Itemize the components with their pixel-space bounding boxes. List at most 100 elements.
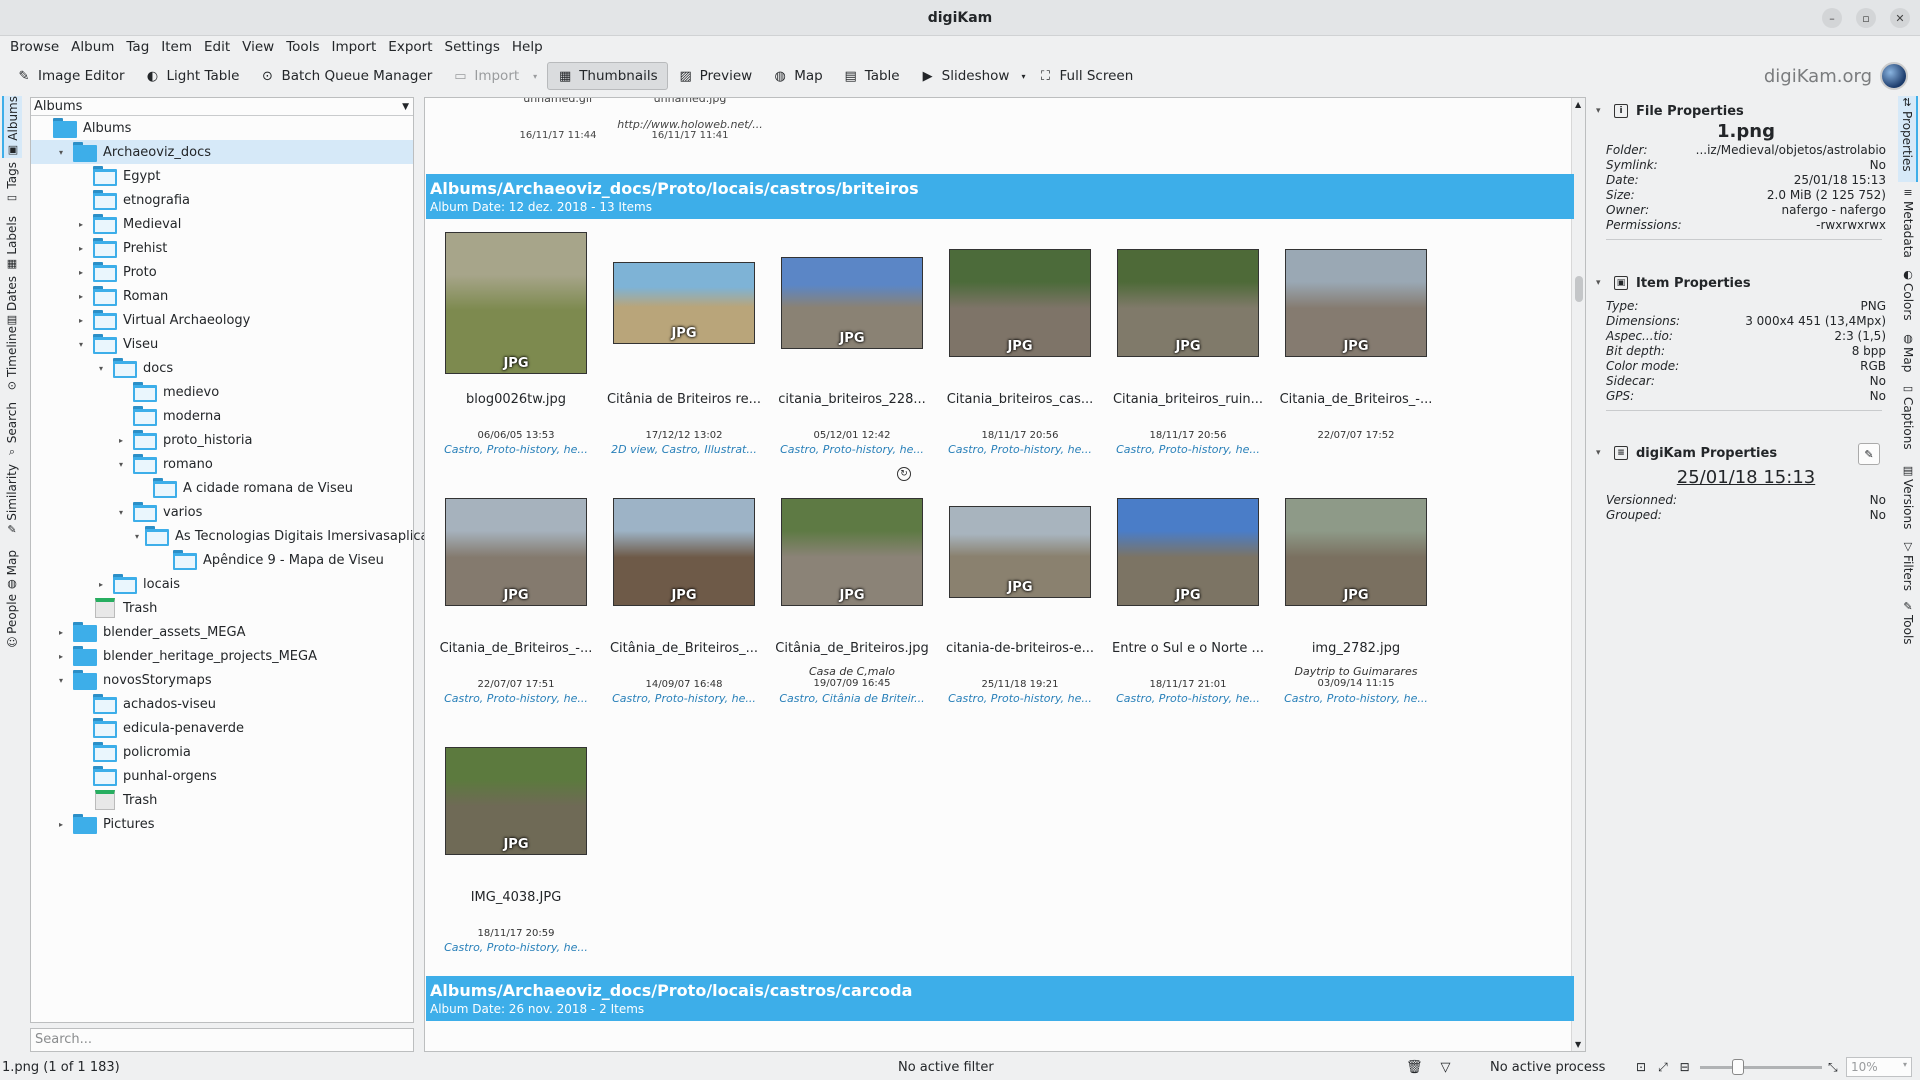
album-tree-item[interactable]: etnografia — [31, 188, 413, 212]
thumbnail-image[interactable]: JPG — [445, 498, 587, 606]
chevron-down-icon[interactable]: ▾ — [75, 340, 87, 349]
right-tab-colors[interactable]: ◐ Colors — [1898, 268, 1918, 328]
thumbnail-item[interactable]: JPG Citânia_de_Briteiros.jpg Casa de C,mal… — [769, 467, 935, 721]
thumbnail-item[interactable]: JPG citania-de-briteiros-e... 25/11/18 19:… — [937, 481, 1103, 721]
album-tree-item[interactable]: ▾ docs — [31, 356, 413, 380]
item-properties-header[interactable]: ▾ ▣ Item Properties — [1596, 273, 1886, 293]
map-button[interactable]: ◍ Map — [762, 62, 833, 90]
rotate-icon[interactable]: ↻ — [897, 467, 911, 481]
chevron-right-icon[interactable]: ▸ — [115, 436, 127, 445]
brand-text[interactable]: digiKam.org — [1764, 66, 1872, 87]
chevron-right-icon[interactable]: ▸ — [95, 580, 107, 589]
thumbnail-image[interactable]: JPG — [1117, 249, 1259, 357]
thumbnail-image[interactable]: JPG — [781, 257, 923, 349]
album-tree-item[interactable]: ▾ Archaeoviz_docs — [31, 140, 413, 164]
chevron-right-icon[interactable]: ▸ — [75, 244, 87, 253]
thumbnail-image[interactable]: JPG — [613, 498, 755, 606]
album-tree-item[interactable]: achados-viseu — [31, 692, 413, 716]
right-tab-map[interactable]: ◍ Map — [1898, 332, 1918, 378]
slideshow-menu-icon[interactable]: ▾ — [1021, 72, 1025, 81]
album-tree-item[interactable]: medievo — [31, 380, 413, 404]
album-tree-item[interactable]: ▸ blender_assets_MEGA — [31, 620, 413, 644]
right-tab-tools[interactable]: ✎ Tools — [1898, 600, 1918, 654]
thumbnail-image[interactable]: JPG — [781, 498, 923, 606]
zoom-original-icon[interactable]: ⤢ — [1658, 1060, 1668, 1075]
album-tree-item[interactable]: Egypt — [31, 164, 413, 188]
album-tree-item[interactable]: edicula-penaverde — [31, 716, 413, 740]
album-group-header[interactable]: Albums/Archaeoviz_docs/Proto/locais/cast… — [426, 174, 1574, 219]
chevron-right-icon[interactable]: ▸ — [75, 220, 87, 229]
zoom-level-input[interactable]: 10% ▾ — [1846, 1057, 1912, 1077]
zoom-in-icon[interactable]: ⤡ — [1828, 1060, 1838, 1075]
album-tree-item[interactable]: Trash — [31, 788, 413, 812]
album-tree-item[interactable]: ▾ varios — [31, 500, 413, 524]
album-tree-item[interactable]: Trash — [31, 596, 413, 620]
chevron-down-icon[interactable]: ▾ — [55, 676, 67, 685]
left-tab-albums[interactable]: Albums ▣ — [2, 96, 22, 158]
menu-help[interactable]: Help — [506, 39, 549, 55]
digikam-properties-header[interactable]: ▾ ≡ digiKam Properties — [1596, 443, 1886, 463]
menu-browse[interactable]: Browse — [4, 39, 65, 55]
close-icon[interactable]: ✕ — [1890, 8, 1910, 28]
menu-export[interactable]: Export — [382, 39, 438, 55]
album-tree-item[interactable]: Apêndice 9 - Mapa de Viseu — [31, 548, 413, 572]
right-tab-properties[interactable]: ⇅ Properties — [1898, 96, 1918, 182]
album-tree-item[interactable]: ▾ romano — [31, 452, 413, 476]
full-screen-button[interactable]: ⛶ Full Screen — [1027, 62, 1143, 90]
maximize-icon[interactable]: ▫ — [1856, 8, 1876, 28]
thumbnail-image[interactable]: JPG — [1117, 498, 1259, 606]
thumbnail-item[interactable]: JPG img_2782.jpg Daytrip to Guimarares 03/0… — [1273, 481, 1439, 721]
right-tab-versions[interactable]: ▤ Versions — [1898, 464, 1918, 536]
chevron-right-icon[interactable]: ▸ — [75, 292, 87, 301]
thumbnail-item[interactable]: JPG Citania_briteiros_ruin... 18/11/17 20:… — [1105, 232, 1271, 472]
album-tree-item[interactable]: ▸ Pictures — [31, 812, 413, 836]
zoom-fit-icon[interactable]: ⊡ — [1636, 1060, 1646, 1075]
chevron-right-icon[interactable]: ▸ — [55, 652, 67, 661]
album-tree-item[interactable]: ▸ blender_heritage_projects_MEGA — [31, 644, 413, 668]
album-tree-item[interactable]: ▾ Viseu — [31, 332, 413, 356]
chevron-right-icon[interactable]: ▸ — [75, 268, 87, 277]
right-tab-captions[interactable]: ▭ Captions — [1898, 382, 1918, 460]
albums-panel-header[interactable]: Albums ▼ — [31, 98, 413, 116]
album-group-header[interactable]: Albums/Archaeoviz_docs/Proto/locais/cast… — [426, 976, 1574, 1021]
thumbnail-item[interactable]: JPG blog0026tw.jpg 06/06/05 13:53 Castro, P… — [433, 232, 599, 472]
album-tree-item[interactable]: punhal-orgens — [31, 764, 413, 788]
thumbnail-image[interactable]: JPG — [949, 506, 1091, 598]
left-tab-search[interactable]: Search ⌕ — [2, 402, 22, 460]
scrollbar-thumb[interactable] — [1575, 276, 1583, 302]
menu-tag[interactable]: Tag — [120, 39, 155, 55]
zoom-out-icon[interactable]: ⊟ — [1680, 1060, 1690, 1075]
album-tree-item[interactable]: policromia — [31, 740, 413, 764]
chevron-right-icon[interactable]: ▸ — [55, 628, 67, 637]
album-tree-item[interactable]: ▸ Prehist — [31, 236, 413, 260]
import-button[interactable]: ▭ Import ▾ — [442, 62, 547, 90]
left-tab-people[interactable]: People ☺ — [2, 594, 22, 654]
left-tab-map[interactable]: Map ◍ — [2, 550, 22, 590]
image-editor-button[interactable]: ✎ Image Editor — [6, 62, 135, 90]
thumbnail-image[interactable]: JPG — [1285, 498, 1427, 606]
menu-view[interactable]: View — [236, 39, 280, 55]
thumbnail-image[interactable]: JPG — [949, 249, 1091, 357]
chevron-right-icon[interactable]: ▸ — [75, 316, 87, 325]
album-tree-item[interactable]: ▸ Virtual Archaeology — [31, 308, 413, 332]
album-tree-item[interactable]: ▸ proto_historia — [31, 428, 413, 452]
left-tab-timeline[interactable]: Timeline ⊙ — [2, 326, 22, 398]
table-button[interactable]: ▤ Table — [833, 62, 910, 90]
batch-queue-button[interactable]: ⊙ Batch Queue Manager — [249, 62, 442, 90]
thumbnail-image[interactable]: JPG — [445, 232, 587, 374]
chevron-down-icon[interactable]: ▾ — [115, 508, 127, 517]
thumbnail-image[interactable]: JPG — [445, 747, 587, 855]
thumbnail-item[interactable]: JPG Citania_briteiros_cas... 18/11/17 20:5… — [937, 232, 1103, 472]
item-date-link[interactable]: 25/01/18 15:13 — [1596, 467, 1886, 493]
zoom-slider[interactable] — [1700, 1066, 1822, 1069]
chevron-right-icon[interactable]: ▸ — [55, 820, 67, 829]
minimize-icon[interactable]: – — [1822, 8, 1842, 28]
album-tree-item[interactable]: ▸ Medieval — [31, 212, 413, 236]
file-properties-header[interactable]: ▾ i File Properties — [1596, 101, 1886, 121]
chevron-down-icon[interactable]: ▾ — [115, 460, 127, 469]
chevron-down-icon[interactable]: ▾ — [55, 148, 67, 157]
thumbnail-item[interactable]: JPG Entre o Sul e o Norte ... 18/11/17 21:… — [1105, 481, 1271, 721]
album-tree-item[interactable]: A cidade romana de Viseu — [31, 476, 413, 500]
album-search-input[interactable]: Search... — [30, 1028, 414, 1052]
menu-edit[interactable]: Edit — [198, 39, 236, 55]
